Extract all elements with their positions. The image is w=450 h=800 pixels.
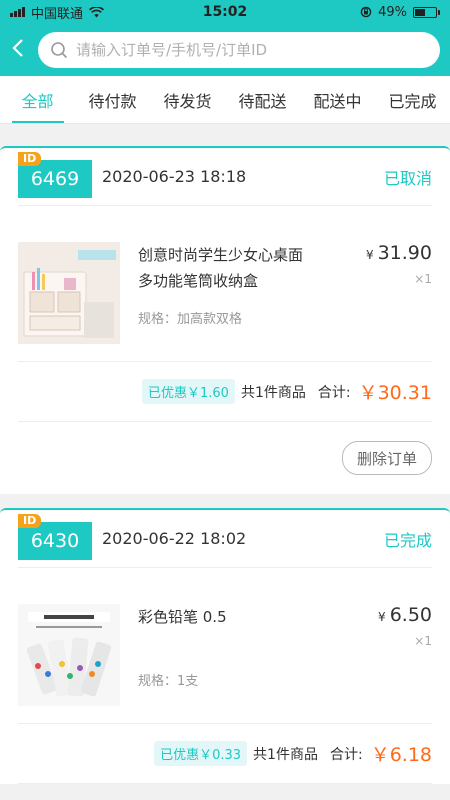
order-id: 6469 bbox=[30, 167, 80, 190]
discount-badge: 已优惠￥0.33 bbox=[154, 741, 248, 766]
order-summary: 已优惠￥0.33 共1件商品 合计: ￥6.18 bbox=[18, 724, 432, 784]
back-icon[interactable] bbox=[12, 38, 36, 62]
id-tag: ID bbox=[18, 513, 42, 528]
signal-icon bbox=[10, 7, 25, 17]
tab-completed[interactable]: 已完成 bbox=[375, 76, 450, 123]
product-qty: ×1 bbox=[414, 272, 432, 286]
product-image bbox=[18, 242, 120, 344]
order-date: 2020-06-22 18:02 bbox=[102, 529, 247, 548]
tab-all[interactable]: 全部 bbox=[0, 76, 75, 123]
carrier-label: 中国联通 bbox=[31, 6, 84, 22]
order-id-badge: ID 6430 bbox=[18, 513, 92, 560]
order-total: ￥30.31 bbox=[358, 382, 432, 404]
item-count: 共1件商品 bbox=[240, 384, 306, 401]
product-image bbox=[18, 604, 120, 706]
wifi-icon bbox=[89, 6, 105, 18]
delete-order-button[interactable]: 删除订单 bbox=[341, 441, 432, 475]
search-input[interactable] bbox=[76, 41, 428, 59]
order-summary: 已优惠￥1.60 共1件商品 合计: ￥30.31 bbox=[18, 362, 432, 422]
product-name-line1: 彩色铅笔 0.5 bbox=[138, 608, 227, 626]
order-date: 2020-06-23 18:18 bbox=[102, 167, 247, 186]
battery-icon bbox=[413, 6, 440, 18]
product-qty: ×1 bbox=[414, 634, 432, 648]
search-icon bbox=[51, 42, 68, 59]
tab-pending-delivery[interactable]: 待配送 bbox=[225, 76, 300, 123]
product-name-line1: 创意时尚学生少女心桌面 bbox=[138, 246, 304, 264]
search-box[interactable] bbox=[38, 32, 440, 68]
product-price: ¥31.90 bbox=[365, 242, 432, 264]
order-id-badge: ID 6469 bbox=[18, 151, 92, 198]
discount-badge: 已优惠￥1.60 bbox=[142, 379, 235, 404]
header: 中国联通 15:02 49% bbox=[0, 0, 450, 76]
tab-pending-shipment[interactable]: 待发货 bbox=[150, 76, 225, 123]
id-tag: ID bbox=[18, 151, 42, 166]
order-id: 6430 bbox=[30, 529, 80, 552]
total-label: 合计: bbox=[329, 746, 363, 763]
tab-delivering[interactable]: 配送中 bbox=[300, 76, 375, 123]
total-label: 合计: bbox=[317, 384, 351, 401]
item-count: 共1件商品 bbox=[253, 746, 318, 763]
status-bar: 中国联通 15:02 49% bbox=[0, 0, 450, 24]
order-status: 已完成 bbox=[383, 530, 432, 550]
order-item[interactable]: 创意时尚学生少女心桌面 多功能笔筒收纳盒 规格：加高款双格 ¥31.90 ×1 bbox=[18, 206, 432, 362]
order-tabs: 全部 待付款 待发货 待配送 配送中 已完成 bbox=[0, 76, 450, 124]
product-spec: 规格：加高款双格 bbox=[138, 312, 243, 327]
order-total: ￥6.18 bbox=[370, 744, 432, 766]
order-list: ID 6469 2020-06-23 18:18 已取消 创意时尚学生少女心桌面… bbox=[0, 124, 450, 784]
product-price: ¥6.50 bbox=[378, 604, 432, 626]
product-name-line2: 多功能笔筒收纳盒 bbox=[138, 272, 259, 290]
battery-percent: 49% bbox=[378, 4, 407, 20]
order-card[interactable]: ID 6430 2020-06-22 18:02 已完成 彩色铅笔 0.5 规格… bbox=[0, 508, 450, 784]
product-spec: 规格：1支 bbox=[138, 674, 199, 689]
tab-pending-payment[interactable]: 待付款 bbox=[75, 76, 150, 123]
order-item[interactable]: 彩色铅笔 0.5 规格：1支 ¥6.50 ×1 bbox=[18, 568, 432, 724]
order-card[interactable]: ID 6469 2020-06-23 18:18 已取消 创意时尚学生少女心桌面… bbox=[0, 146, 450, 494]
order-status: 已取消 bbox=[383, 168, 432, 188]
rotation-lock-icon bbox=[360, 6, 372, 18]
